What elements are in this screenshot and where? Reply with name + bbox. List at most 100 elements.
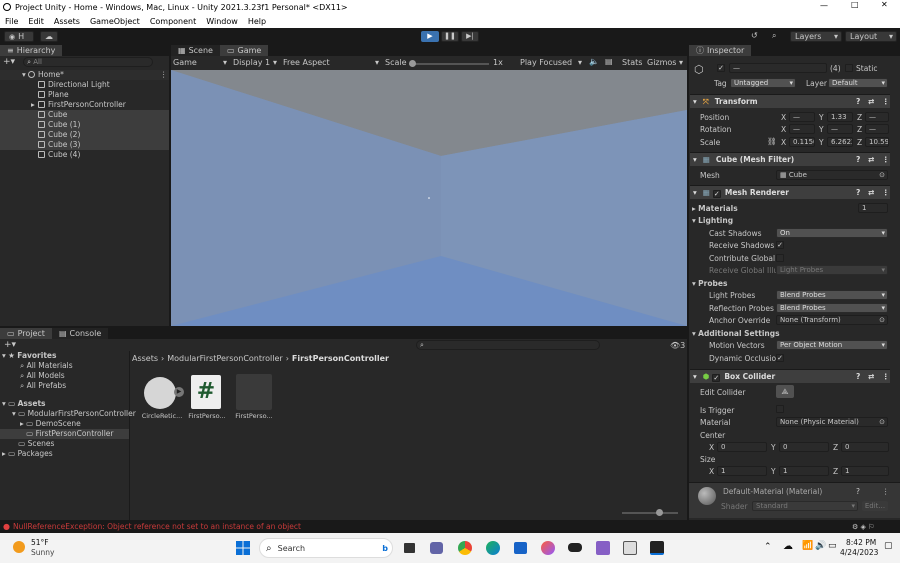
shortcuts-icon[interactable]: ▤ [605, 57, 613, 66]
hierarchy-item[interactable]: Cube (1) [0, 120, 169, 130]
asset-tile[interactable]: ▶ CircleRetic... [137, 374, 185, 422]
hierarchy-item[interactable]: Plane [0, 90, 169, 100]
battery-icon[interactable]: ▭ [828, 541, 837, 551]
firefox-icon[interactable] [541, 541, 555, 555]
object-picker-icon[interactable]: ⊙ [879, 171, 885, 179]
breadcrumb-current[interactable]: FirstPersonController [292, 354, 389, 363]
layout-dropdown[interactable]: Layout ▾ [845, 31, 897, 42]
mesh-renderer-header[interactable]: ▾ ▦ ✓ Mesh Renderer ? ⇄ ⋮ [690, 185, 890, 199]
light-probes-dropdown[interactable]: Blend Probes [776, 290, 888, 300]
help-icon[interactable]: ? [856, 95, 860, 109]
asset-tile[interactable]: FirstPerso... [234, 374, 274, 422]
assets-folder[interactable]: ▾ ▭ Assets [0, 399, 129, 409]
center-x[interactable]: 0 [717, 442, 767, 452]
edit-shader-button[interactable]: Edit... [862, 501, 888, 511]
menu-help[interactable]: Help [248, 17, 266, 26]
chrome-icon[interactable] [458, 541, 472, 555]
name-field[interactable]: — [729, 63, 827, 73]
reflection-probes-dropdown[interactable]: Blend Probes [776, 303, 888, 313]
scale-x[interactable]: 0.1150 [789, 137, 815, 147]
materials-count[interactable]: 1 [858, 203, 888, 213]
position-z[interactable]: — [865, 112, 889, 122]
shader-dropdown[interactable]: Standard [752, 501, 858, 511]
history-icon[interactable]: ↺ [751, 31, 758, 40]
play-button[interactable]: ▶ [421, 31, 439, 42]
layer-dropdown[interactable]: Default [828, 78, 888, 88]
folder-item[interactable]: ▸ ▭ FirstPersonController [0, 429, 129, 439]
notification-icon[interactable]: ▢ [884, 541, 893, 551]
menu-assets[interactable]: Assets [54, 17, 80, 26]
tab-game[interactable]: ▭ Game [219, 45, 269, 56]
menu-window[interactable]: Window [206, 17, 238, 26]
folder-item[interactable]: ▸ ▭ DemoScene [0, 419, 129, 429]
scale-slider[interactable] [409, 60, 489, 67]
favorites-header[interactable]: ▾ ★ Favorites [0, 351, 129, 361]
unity-hub-icon[interactable] [623, 541, 637, 555]
scale-z[interactable]: 10.59 [865, 137, 889, 147]
additional-settings-foldout[interactable]: ▾ Additional Settings [692, 329, 780, 338]
wifi-icon[interactable]: 📶 [802, 541, 813, 551]
cloud-button[interactable]: ☁ [40, 31, 58, 42]
maximize-button[interactable]: □ [851, 0, 859, 9]
hierarchy-item[interactable]: Cube (4) [0, 150, 169, 160]
clock-time[interactable]: 8:42 PM [846, 538, 876, 547]
cast-shadows-dropdown[interactable]: On [776, 228, 888, 238]
more-options-icon[interactable]: ⋮ [160, 70, 168, 80]
close-button[interactable]: ✕ [881, 0, 888, 9]
rotation-y[interactable]: — [827, 124, 853, 134]
scale-y[interactable]: 6.2622 [827, 137, 853, 147]
step-button[interactable]: ▶| [461, 31, 479, 42]
edge-icon[interactable] [486, 541, 500, 555]
menu-gameobject[interactable]: GameObject [90, 17, 140, 26]
object-picker-icon[interactable]: ⊙ [879, 316, 885, 324]
tab-console[interactable]: ▤ Console [51, 328, 109, 339]
scale-slider-handle[interactable] [409, 60, 416, 67]
search-icon[interactable]: ⌕ [772, 31, 776, 41]
menu-component[interactable]: Component [150, 17, 196, 26]
presets-icon[interactable]: ⇄ [868, 153, 874, 167]
play-focused-dropdown[interactable]: Play Focused ▾ [520, 58, 582, 67]
tab-inspector[interactable]: ⓘ Inspector [689, 45, 752, 56]
game-controller-icon[interactable] [568, 543, 582, 552]
aspect-dropdown[interactable]: Free Aspect ▾ [283, 58, 379, 67]
menu-file[interactable]: File [5, 17, 18, 26]
breadcrumb-assets[interactable]: Assets [132, 354, 158, 363]
add-button[interactable]: +▾ [3, 57, 15, 67]
icon-size-slider[interactable] [622, 509, 678, 516]
menu-edit[interactable]: Edit [28, 17, 44, 26]
position-x[interactable]: — [789, 112, 815, 122]
tab-scene[interactable]: ▦ Scene [171, 45, 220, 56]
lighting-foldout[interactable]: ▾ Lighting [692, 216, 733, 225]
materials-foldout[interactable]: ▸ Materials [692, 204, 738, 213]
minimize-button[interactable]: — [820, 1, 828, 10]
constrain-proportions-icon[interactable]: ⛓ [767, 137, 777, 146]
box-collider-enabled-checkbox[interactable]: ✓ [712, 374, 721, 382]
transform-header[interactable]: ▾ ⤧ Transform ? ⇄ ⋮ [690, 94, 890, 108]
mute-audio-icon[interactable]: 🔈 [589, 57, 599, 66]
hierarchy-item[interactable]: Directional Light [0, 80, 169, 90]
layers-dropdown[interactable]: Layers ▾ [790, 31, 842, 42]
contribute-gi-checkbox[interactable] [776, 254, 784, 262]
tab-project[interactable]: ▭ Project [0, 328, 52, 339]
static-checkbox[interactable] [845, 64, 853, 72]
breadcrumb-modular[interactable]: ModularFirstPersonController [167, 354, 282, 363]
project-search-input[interactable]: ⌕ [416, 340, 600, 350]
scene-home[interactable]: ▾ Home* ⋮ [0, 70, 169, 80]
favorite-item[interactable]: ⌕ All Materials [0, 361, 129, 371]
receive-shadows-checkbox[interactable]: ✓ [776, 241, 784, 249]
volume-icon[interactable]: 🔊 [815, 541, 826, 551]
status-error-message[interactable]: NullReferenceException: Object reference… [13, 522, 301, 531]
taskbar-search[interactable]: ⌕ Search b [259, 538, 393, 558]
mesh-field[interactable]: ▦ Cube ⊙ [776, 170, 888, 180]
box-collider-header[interactable]: ▾ ⬢ ✓ Box Collider ? ⇄ ⋮ [690, 369, 890, 383]
hierarchy-item[interactable]: Cube (2) [0, 130, 169, 140]
icon-size-handle[interactable] [656, 509, 663, 516]
position-y[interactable]: 1.33 [827, 112, 853, 122]
unity-editor-icon[interactable] [650, 541, 664, 555]
hierarchy-search-input[interactable]: ⌕ All [23, 57, 154, 67]
hierarchy-item[interactable]: Cube [0, 110, 169, 120]
packages-folder[interactable]: ▸ ▭ Packages [0, 449, 129, 459]
tag-dropdown[interactable]: Untagged [730, 78, 796, 88]
folder-item[interactable]: ▾ ▭ ModularFirstPersonController [0, 409, 136, 419]
account-dropdown[interactable]: ◉ H [4, 31, 34, 42]
